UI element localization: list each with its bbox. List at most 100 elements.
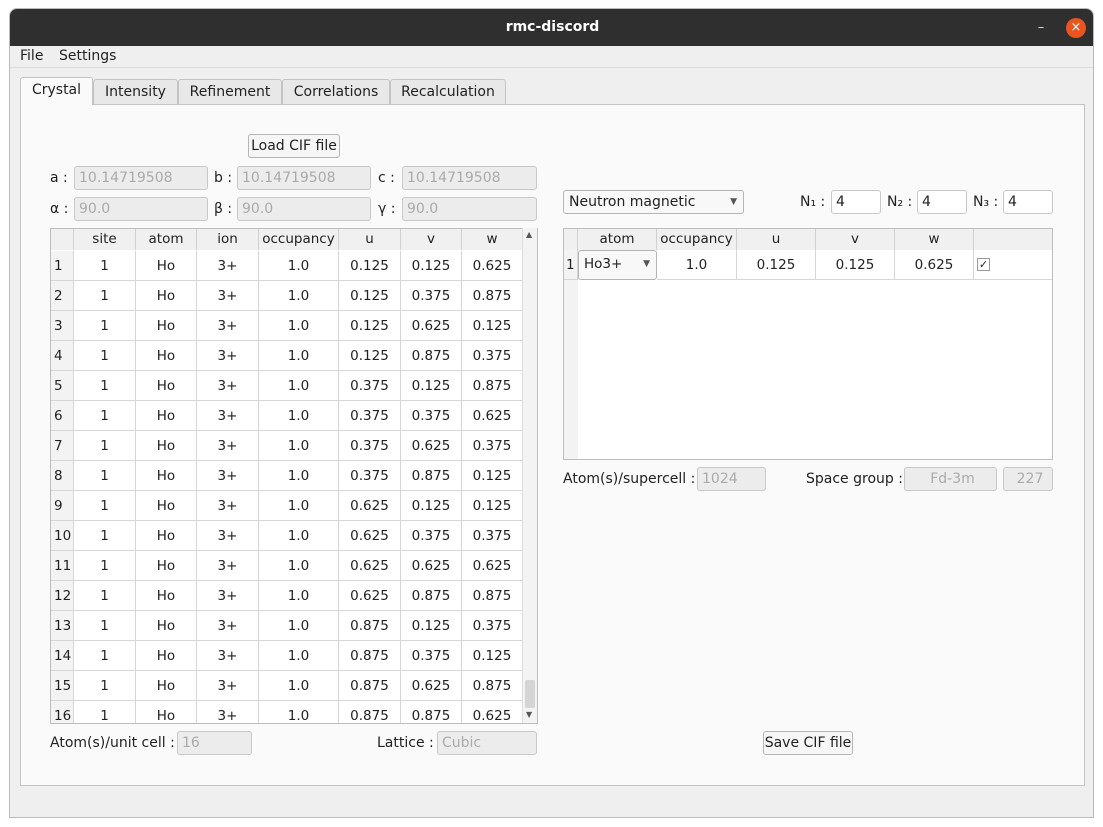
table-cell[interactable]: Ho [136, 521, 197, 551]
table-scrollbar[interactable]: ▲ ▼ [522, 228, 537, 723]
table-cell[interactable]: Ho [136, 701, 197, 723]
table-cell[interactable]: 0.875 [462, 371, 523, 401]
table-cell[interactable]: 0.375 [339, 461, 401, 491]
column-header-atom[interactable]: atom [136, 229, 197, 250]
table-cell[interactable]: 1 [74, 671, 136, 701]
table-cell[interactable]: 1.0 [259, 281, 339, 311]
table-cell[interactable]: 0.125 [462, 461, 523, 491]
table-cell[interactable]: 0.875 [462, 581, 523, 611]
table-cell[interactable]: 0.875 [401, 461, 462, 491]
table-cell[interactable]: 0.375 [462, 431, 523, 461]
table-cell-occupancy[interactable]: 1.0 [657, 250, 737, 280]
table-cell[interactable]: 0.625 [339, 551, 401, 581]
table-cell[interactable]: 0.125 [339, 251, 401, 281]
table-cell[interactable]: 1.0 [259, 431, 339, 461]
save-cif-button[interactable]: Save CIF file [763, 731, 853, 755]
column-header-u[interactable]: u [737, 229, 816, 250]
table-cell[interactable]: Ho [136, 341, 197, 371]
table-cell[interactable]: 3+ [197, 251, 259, 281]
table-cell[interactable]: 1 [74, 521, 136, 551]
table-cell[interactable]: Ho [136, 251, 197, 281]
tab-recalculation[interactable]: Recalculation [390, 79, 506, 104]
n3-input[interactable]: 4 [1003, 190, 1053, 214]
table-cell[interactable]: 1 [74, 371, 136, 401]
tab-crystal[interactable]: Crystal [20, 77, 93, 105]
table-cell[interactable]: 3+ [197, 521, 259, 551]
table-cell[interactable]: 1.0 [259, 311, 339, 341]
table-cell[interactable]: 1 [74, 551, 136, 581]
table-cell[interactable]: 3+ [197, 491, 259, 521]
table-cell[interactable]: 3+ [197, 611, 259, 641]
table-cell[interactable]: Ho [136, 371, 197, 401]
table-cell[interactable]: 1 [74, 281, 136, 311]
column-header-v[interactable]: v [816, 229, 895, 250]
table-cell[interactable]: 0.375 [401, 281, 462, 311]
scroll-up-icon[interactable]: ▲ [526, 230, 532, 239]
table-cell[interactable]: 0.375 [339, 431, 401, 461]
table-cell[interactable]: 1.0 [259, 641, 339, 671]
table-cell[interactable]: 0.875 [339, 641, 401, 671]
n2-input[interactable]: 4 [917, 190, 967, 214]
table-cell[interactable]: Ho [136, 491, 197, 521]
table-cell[interactable]: 3+ [197, 371, 259, 401]
table-cell[interactable]: 0.125 [401, 491, 462, 521]
table-cell[interactable]: 1.0 [259, 491, 339, 521]
table-cell[interactable]: 1 [74, 641, 136, 671]
table-cell[interactable]: Ho [136, 641, 197, 671]
table-cell[interactable]: 0.375 [462, 611, 523, 641]
table-cell[interactable]: Ho [136, 671, 197, 701]
table-cell-v[interactable]: 0.125 [816, 250, 895, 280]
column-header-include[interactable] [974, 229, 1052, 250]
table-cell[interactable]: Ho [136, 431, 197, 461]
column-header-w[interactable]: w [895, 229, 974, 250]
table-cell[interactable]: Ho [136, 581, 197, 611]
table-cell[interactable]: 0.875 [462, 281, 523, 311]
table-cell[interactable]: 1 [74, 611, 136, 641]
table-cell[interactable]: 0.375 [339, 371, 401, 401]
table-cell[interactable]: 0.625 [462, 701, 523, 723]
table-cell[interactable]: 3+ [197, 581, 259, 611]
n1-input[interactable]: 4 [831, 190, 881, 214]
table-cell[interactable]: 1.0 [259, 551, 339, 581]
table-cell[interactable]: 0.125 [462, 641, 523, 671]
table-cell[interactable]: 1.0 [259, 581, 339, 611]
table-cell[interactable]: 1.0 [259, 671, 339, 701]
table-cell[interactable]: 0.625 [339, 491, 401, 521]
table-cell[interactable]: 0.625 [401, 431, 462, 461]
table-cell[interactable]: 0.625 [401, 671, 462, 701]
tab-intensity[interactable]: Intensity [93, 79, 178, 104]
load-cif-button[interactable]: Load CIF file [248, 134, 340, 158]
column-header-ion[interactable]: ion [197, 229, 259, 250]
table-cell[interactable]: 0.625 [462, 401, 523, 431]
table-cell[interactable]: Ho [136, 401, 197, 431]
table-cell[interactable]: Ho [136, 281, 197, 311]
table-cell[interactable]: 0.625 [462, 251, 523, 281]
table-cell[interactable]: 1 [74, 341, 136, 371]
column-header-v[interactable]: v [401, 229, 462, 250]
table-cell[interactable]: 0.125 [401, 251, 462, 281]
table-cell[interactable]: 0.625 [339, 581, 401, 611]
table-cell[interactable]: 0.125 [401, 371, 462, 401]
table-cell[interactable]: 3+ [197, 551, 259, 581]
table-cell[interactable]: 3+ [197, 461, 259, 491]
table-cell[interactable]: Ho [136, 551, 197, 581]
table-cell[interactable]: 3+ [197, 401, 259, 431]
menu-file[interactable]: File [20, 48, 43, 64]
table-cell[interactable]: Ho [136, 611, 197, 641]
maximize-button[interactable] [1033, 18, 1053, 38]
table-cell[interactable]: 0.625 [339, 521, 401, 551]
include-checkbox[interactable]: ✓ [977, 258, 990, 271]
table-cell[interactable]: 0.125 [339, 311, 401, 341]
table-cell[interactable]: 0.125 [339, 281, 401, 311]
table-cell-u[interactable]: 0.125 [737, 250, 816, 280]
table-cell[interactable]: 0.375 [339, 401, 401, 431]
column-header-site[interactable]: site [74, 229, 136, 250]
table-cell[interactable]: 1.0 [259, 401, 339, 431]
table-cell[interactable]: 1 [74, 491, 136, 521]
scrollbar-thumb[interactable] [525, 680, 535, 708]
table-cell[interactable]: 1 [74, 461, 136, 491]
table-cell[interactable]: 3+ [197, 671, 259, 701]
column-header-atom[interactable]: atom [578, 229, 657, 250]
table-cell[interactable]: 1 [74, 701, 136, 723]
table-cell[interactable]: 3+ [197, 701, 259, 723]
